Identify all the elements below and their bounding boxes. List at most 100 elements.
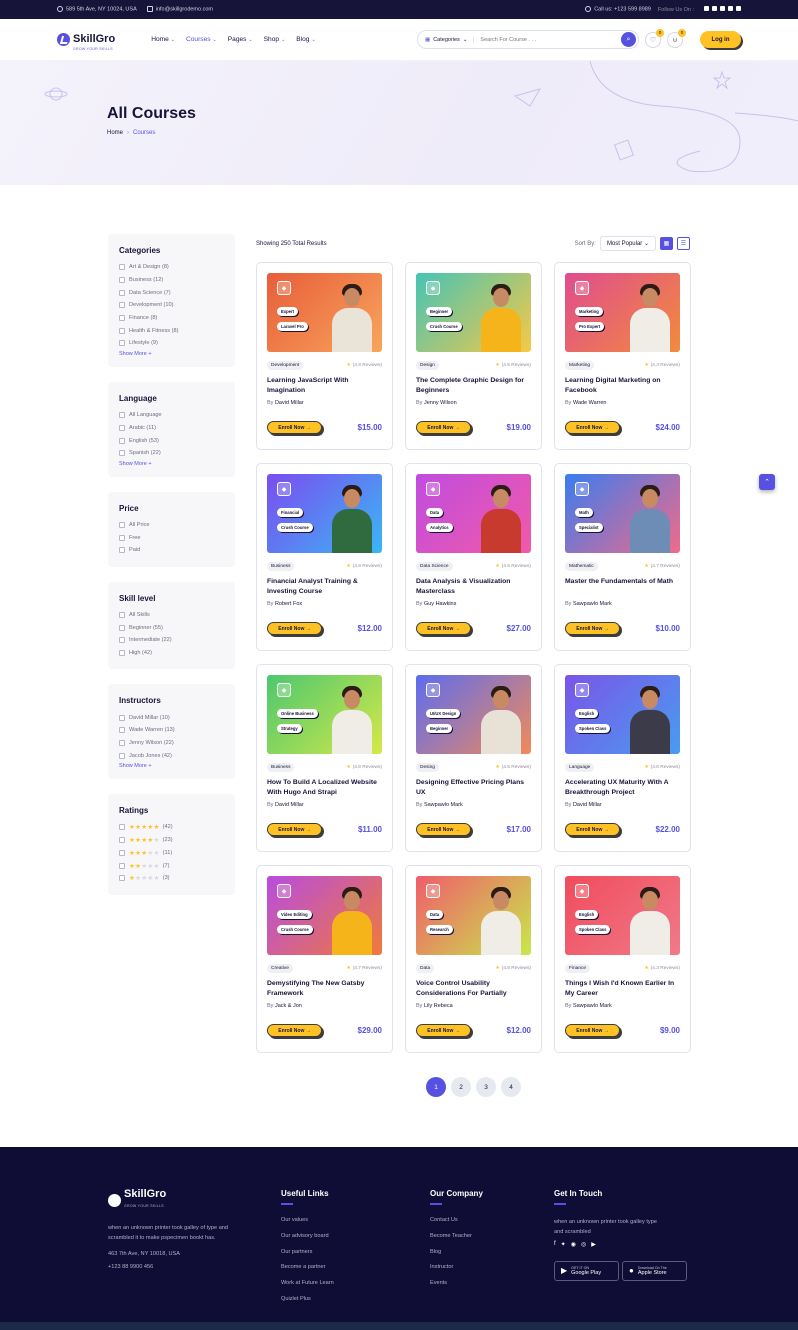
course-tag[interactable]: Business	[267, 763, 295, 772]
footer-logo[interactable]: SkillGro GROW YOUR SKILLS	[108, 1189, 248, 1211]
enroll-button[interactable]: Enroll Now →	[565, 622, 620, 635]
course-thumbnail[interactable]: ◆ Expert Laravel Pro	[267, 273, 382, 352]
course-title[interactable]: How To Build A Localized Website With Hu…	[267, 778, 382, 798]
course-card[interactable]: ◆ Marketing Pro Expert Marketing ★ (4.3 Revie…	[554, 262, 691, 450]
checkbox[interactable]	[119, 277, 125, 284]
course-title[interactable]: Designing Effective Pricing Plans UX	[416, 778, 531, 798]
course-card[interactable]: ◆ UI/UX Design Beginner Desing ★ (4.5 Reviews…	[405, 664, 542, 852]
whatsapp-icon[interactable]	[720, 6, 725, 11]
course-title[interactable]: Things I Wish I'd Known Earlier In My Ca…	[565, 979, 680, 999]
show-more-language[interactable]: Show More +	[119, 461, 224, 467]
sort-select[interactable]: Most Popular ⌄	[599, 236, 656, 251]
footer-link[interactable]: Blog	[430, 1249, 483, 1265]
course-thumbnail[interactable]: ◆ English Spoken Class	[565, 675, 680, 754]
course-tag[interactable]: Mathematic	[565, 562, 598, 571]
checkbox[interactable]	[119, 264, 125, 271]
footer-link[interactable]: Instructor	[430, 1264, 483, 1280]
enroll-button[interactable]: Enroll Now →	[565, 823, 620, 836]
youtube-icon[interactable]	[736, 6, 741, 11]
page-button[interactable]: 3	[476, 1077, 496, 1097]
instructor-option[interactable]: Jenny Wilson (22)	[119, 737, 224, 750]
checkbox[interactable]	[119, 752, 125, 759]
course-card[interactable]: ◆ Data Analytics Data Science ★ (4.5 Reviews)…	[405, 463, 542, 651]
course-card[interactable]: ◆ Beginner Crush Course Design ★ (4.5 Reviews…	[405, 262, 542, 450]
course-tag[interactable]: Marketing	[565, 361, 595, 370]
course-tag[interactable]: Design	[416, 361, 439, 370]
language-option[interactable]: Arabic (11)	[119, 422, 224, 435]
search-button[interactable]: ⌕	[621, 32, 636, 47]
course-tag[interactable]: Creative	[267, 964, 293, 973]
course-tag[interactable]: Business	[267, 562, 295, 571]
enroll-button[interactable]: Enroll Now →	[565, 421, 620, 434]
skill-option[interactable]: All Skills	[119, 609, 224, 622]
course-thumbnail[interactable]: ◆ Video Editing Crush Course	[267, 876, 382, 955]
twitter-icon[interactable]	[712, 6, 717, 11]
breadcrumb-home[interactable]: Home	[107, 130, 123, 136]
wishlist-button[interactable]: ♡ 0	[645, 28, 664, 48]
course-card[interactable]: ◆ Expert Laravel Pro Development ★ (4.8 Revie…	[256, 262, 393, 450]
course-tag[interactable]: Data	[416, 964, 435, 973]
login-button[interactable]: Log in	[700, 31, 741, 48]
footer-link[interactable]: Quizlet Plus	[281, 1296, 334, 1312]
footer-link[interactable]: Our partners	[281, 1249, 334, 1265]
enroll-button[interactable]: Enroll Now →	[416, 421, 471, 434]
checkbox[interactable]	[119, 547, 125, 554]
enroll-button[interactable]: Enroll Now →	[416, 622, 471, 635]
logo[interactable]: SkillGro GROW YOUR SKILLS	[57, 29, 115, 51]
category-option[interactable]: Art & Design (8)	[119, 261, 224, 274]
course-tag[interactable]: Data Science	[416, 562, 453, 571]
course-thumbnail[interactable]: ◆ Financial Crush Course	[267, 474, 382, 553]
course-title[interactable]: The Complete Graphic Design for Beginner…	[416, 376, 531, 396]
skill-option[interactable]: High (42)	[119, 647, 224, 660]
footer-link[interactable]: Our advisory board	[281, 1233, 334, 1249]
category-option[interactable]: Business (12)	[119, 274, 224, 287]
course-title[interactable]: Financial Analyst Training & Investing C…	[267, 577, 382, 597]
youtube-icon[interactable]: ▶	[591, 1241, 596, 1248]
nav-shop[interactable]: Shop ⌄	[264, 36, 286, 43]
course-title[interactable]: Master the Fundamentals of Math	[565, 577, 680, 597]
enroll-button[interactable]: Enroll Now →	[267, 823, 322, 836]
twitter-icon[interactable]: ✦	[561, 1241, 566, 1248]
checkbox[interactable]	[119, 637, 125, 644]
course-tag[interactable]: Finance	[565, 964, 591, 973]
price-option[interactable]: Paid	[119, 544, 224, 557]
checkbox[interactable]	[119, 714, 125, 721]
course-thumbnail[interactable]: ◆ Data Analytics	[416, 474, 531, 553]
checkbox[interactable]	[119, 340, 125, 347]
skill-option[interactable]: Intermediate (22)	[119, 634, 224, 647]
checkbox[interactable]	[119, 450, 125, 457]
search-input[interactable]	[474, 36, 621, 43]
checkbox[interactable]	[119, 327, 125, 334]
course-card[interactable]: ◆ Data Research Data ★ (4.8 Reviews) Voice Con…	[405, 865, 542, 1053]
language-option[interactable]: Spanish (22)	[119, 447, 224, 460]
course-card[interactable]: ◆ English Spoken Class Finance ★ (4.3 Reviews…	[554, 865, 691, 1053]
enroll-button[interactable]: Enroll Now →	[267, 1024, 322, 1037]
instructor-option[interactable]: Jacob Jones (42)	[119, 749, 224, 762]
cart-button[interactable]: ⊍ 0	[667, 28, 686, 48]
grid-view-button[interactable]: ▦	[660, 237, 673, 250]
course-card[interactable]: ◆ Math Specialist Mathematic ★ (4.7 Reviews) M…	[554, 463, 691, 651]
checkbox[interactable]	[119, 424, 125, 431]
course-thumbnail[interactable]: ◆ Beginner Crush Course	[416, 273, 531, 352]
enroll-button[interactable]: Enroll Now →	[416, 823, 471, 836]
footer-link[interactable]: Contact Us	[430, 1217, 483, 1233]
checkbox[interactable]	[119, 875, 125, 882]
course-title[interactable]: Demystifying The New Gatsby Framework	[267, 979, 382, 999]
page-button[interactable]: 1	[426, 1077, 446, 1097]
course-thumbnail[interactable]: ◆ Math Specialist	[565, 474, 680, 553]
google-play-button[interactable]: ▶ GET IT ON Google Play	[554, 1260, 619, 1281]
checkbox[interactable]	[119, 437, 125, 444]
instagram-icon[interactable]: ◎	[581, 1241, 586, 1248]
course-title[interactable]: Data Analysis & Visualization Masterclas…	[416, 577, 531, 597]
skill-option[interactable]: Beginner (55)	[119, 621, 224, 634]
course-thumbnail[interactable]: ◆ Data Research	[416, 876, 531, 955]
rating-option[interactable]: ★★★★★ (42)	[119, 821, 224, 834]
language-option[interactable]: English (53)	[119, 434, 224, 447]
footer-link[interactable]: Work at Future Learn	[281, 1280, 334, 1296]
course-thumbnail[interactable]: ◆ English Spoken Class	[565, 876, 680, 955]
checkbox[interactable]	[119, 302, 125, 309]
checkbox[interactable]	[119, 315, 125, 322]
category-option[interactable]: Finance (8)	[119, 312, 224, 325]
category-select[interactable]: ▦ Categories ⌄	[425, 36, 475, 43]
whatsapp-icon[interactable]: ◉	[571, 1241, 576, 1248]
